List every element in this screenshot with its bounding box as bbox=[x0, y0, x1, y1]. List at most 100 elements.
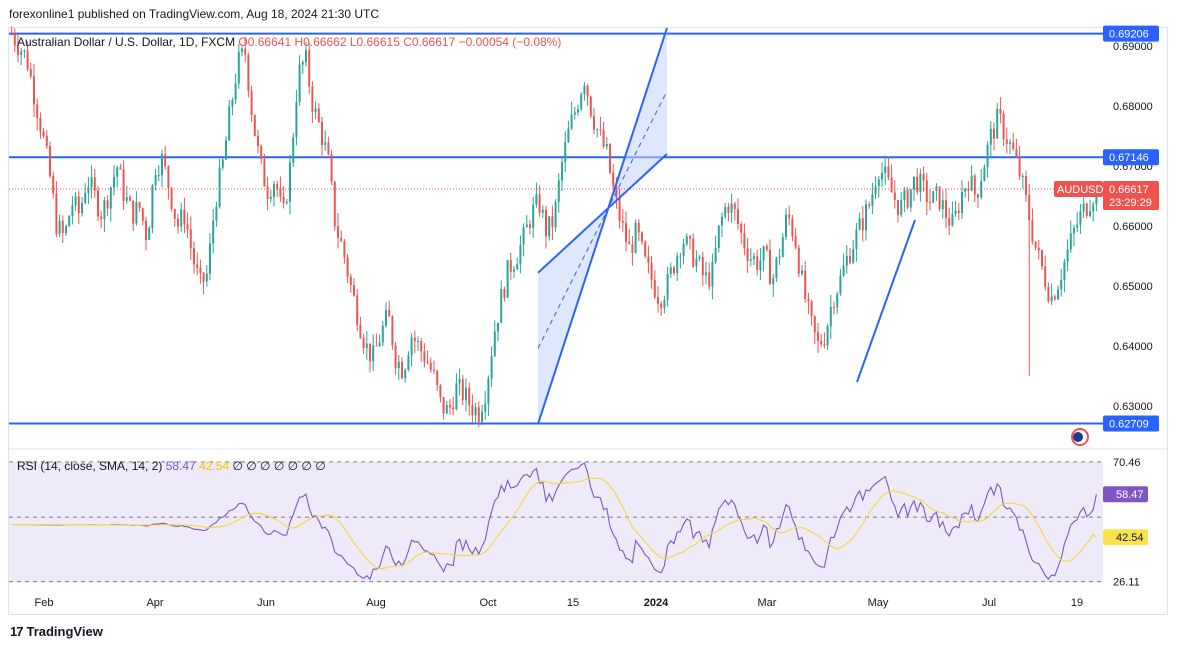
candle-body bbox=[993, 128, 995, 139]
candle-body bbox=[119, 167, 122, 170]
candle-body bbox=[663, 299, 666, 308]
candle-body bbox=[973, 175, 976, 195]
candle-body bbox=[813, 316, 816, 333]
candle-body bbox=[964, 188, 967, 192]
candle-body bbox=[244, 48, 247, 55]
candle-body bbox=[673, 267, 675, 274]
candle-body bbox=[519, 244, 522, 265]
candle-body bbox=[100, 216, 103, 220]
candle-body bbox=[989, 128, 992, 145]
candle-body bbox=[170, 187, 173, 210]
candle-body bbox=[516, 264, 519, 270]
candle-body bbox=[433, 369, 435, 372]
candle-body bbox=[205, 273, 208, 282]
rsi-legend-value: 58.47 bbox=[165, 459, 196, 473]
candle-body bbox=[417, 341, 419, 343]
candle-body bbox=[1063, 261, 1066, 281]
candle-body bbox=[369, 343, 371, 362]
candle-body bbox=[81, 202, 83, 214]
candle-body bbox=[823, 344, 826, 346]
candle-body bbox=[727, 206, 730, 213]
candle-body bbox=[202, 272, 205, 282]
candle-body bbox=[839, 275, 842, 294]
time-tick-label: 19 bbox=[1071, 597, 1083, 609]
candle-body bbox=[401, 361, 403, 379]
candle-body bbox=[554, 201, 557, 228]
brand-name: TradingView bbox=[26, 624, 103, 639]
candle-body bbox=[132, 200, 135, 224]
candle-body bbox=[666, 273, 669, 300]
candle-body bbox=[247, 54, 250, 92]
candle-body bbox=[375, 345, 378, 347]
rsi-tick-label: 70.46 bbox=[1113, 457, 1141, 469]
candle-body bbox=[90, 177, 93, 188]
channel-lower-line bbox=[537, 153, 668, 274]
candle-body bbox=[692, 238, 695, 267]
candle-body bbox=[583, 85, 586, 95]
candle-body bbox=[612, 172, 615, 187]
candle-body bbox=[484, 403, 487, 412]
candle-body bbox=[68, 215, 71, 227]
candle-body bbox=[212, 220, 215, 244]
price-chart[interactable]: 0.690000.680000.670000.660000.650000.640… bbox=[0, 0, 1177, 650]
candle-body bbox=[26, 50, 29, 70]
rsi-tick-label: 26.11 bbox=[1113, 577, 1140, 589]
candle-body bbox=[605, 144, 608, 147]
candle-body bbox=[385, 310, 387, 326]
candle-body bbox=[804, 270, 807, 300]
candle-body bbox=[647, 256, 650, 263]
footer-brand[interactable]: 17 TradingView bbox=[10, 624, 103, 639]
candle-body bbox=[903, 190, 906, 201]
candle-body bbox=[23, 50, 26, 52]
candle-body bbox=[263, 159, 266, 187]
candle-body bbox=[801, 270, 803, 274]
candle-body bbox=[276, 183, 279, 189]
candle-body bbox=[721, 216, 723, 226]
candle-body bbox=[522, 227, 525, 245]
candle-body bbox=[551, 216, 554, 228]
candle-body bbox=[477, 407, 480, 422]
candle-body bbox=[641, 232, 643, 242]
candle-body bbox=[404, 370, 407, 379]
candle-body bbox=[13, 34, 16, 46]
candle-body bbox=[1092, 204, 1095, 212]
candle-body bbox=[737, 209, 739, 225]
candle-body bbox=[829, 306, 832, 327]
candle-body bbox=[573, 112, 576, 115]
candle-body bbox=[705, 272, 707, 276]
candle-body bbox=[407, 355, 410, 371]
candle-body bbox=[1089, 211, 1091, 216]
candle-body bbox=[970, 175, 973, 191]
price-tick-label: 0.64000 bbox=[1113, 341, 1153, 353]
candle-body bbox=[948, 218, 951, 226]
candle-body bbox=[77, 196, 80, 214]
candle-body bbox=[513, 269, 515, 272]
symbol-name: Australian Dollar / U.S. Dollar, 1D, FXC… bbox=[17, 35, 236, 49]
candle-body bbox=[183, 209, 186, 225]
candle-body bbox=[618, 197, 621, 221]
candle-body bbox=[1034, 241, 1037, 248]
candle-body bbox=[378, 342, 381, 347]
candle-body bbox=[33, 76, 35, 105]
candle-body bbox=[1044, 266, 1047, 287]
candle-body bbox=[61, 220, 64, 233]
candle-body bbox=[10, 34, 13, 35]
candle-body bbox=[676, 256, 679, 274]
candle-body bbox=[753, 256, 755, 260]
countdown-text: 23:29:29 bbox=[1109, 197, 1152, 209]
candle-body bbox=[362, 337, 365, 349]
candle-body bbox=[420, 341, 423, 352]
candle-body bbox=[682, 244, 685, 256]
candle-body bbox=[945, 200, 947, 219]
candle-body bbox=[129, 197, 131, 201]
rsi-sma-text: 42.54 bbox=[1116, 532, 1144, 544]
candle-body bbox=[637, 222, 640, 233]
candle-body bbox=[186, 224, 189, 230]
level-price-text: 0.69206 bbox=[1109, 29, 1149, 41]
candle-body bbox=[58, 220, 61, 234]
candle-body bbox=[180, 209, 183, 227]
candle-body bbox=[1073, 227, 1075, 234]
candle-body bbox=[557, 180, 560, 202]
candle-body bbox=[257, 135, 259, 146]
candle-body bbox=[321, 121, 323, 146]
